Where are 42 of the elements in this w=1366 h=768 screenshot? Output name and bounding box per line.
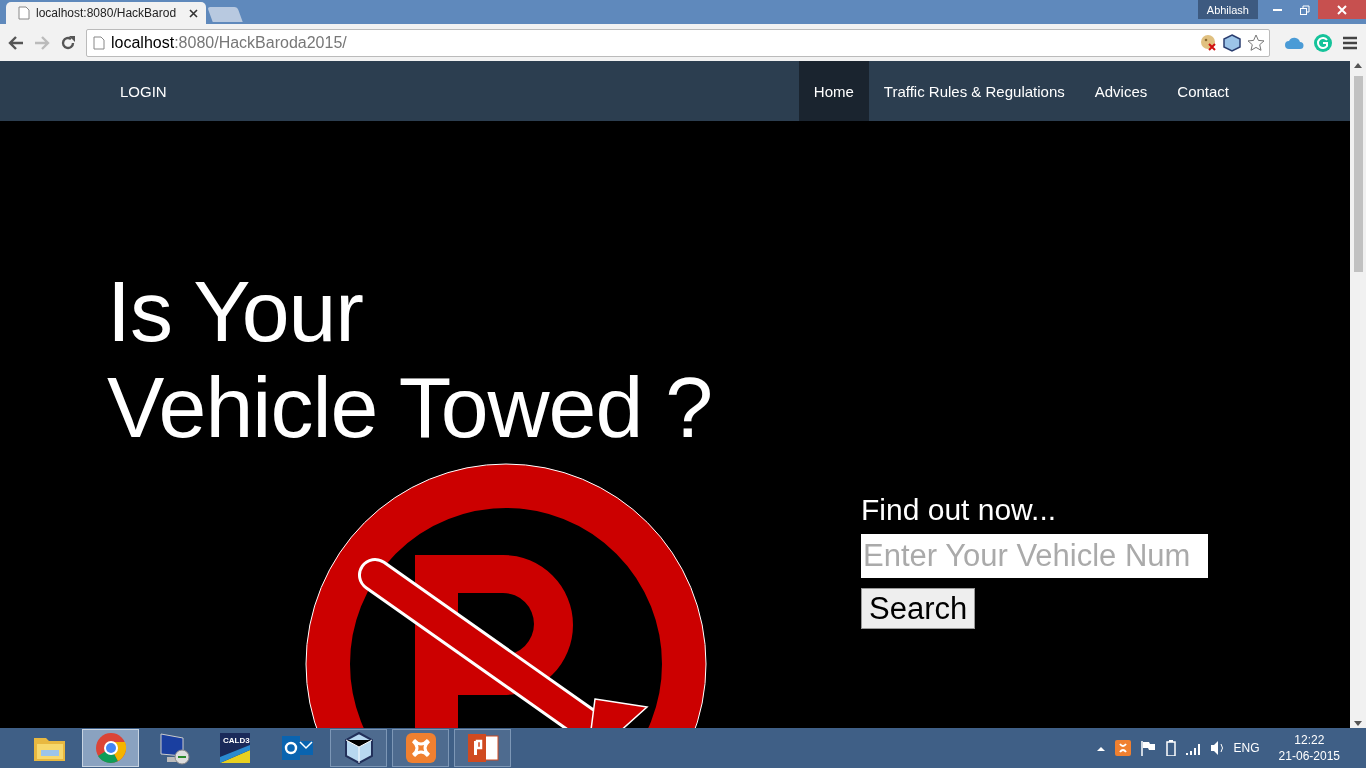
nav-link[interactable]: Traffic Rules & Regulations (868, 61, 1080, 121)
profile-button[interactable]: Abhilash (1197, 0, 1258, 19)
cube-icon[interactable] (1223, 33, 1241, 52)
cookie-icon[interactable] (1200, 34, 1217, 51)
speaker-icon[interactable] (1209, 740, 1225, 756)
close-button[interactable] (1318, 0, 1366, 19)
taskbar-button[interactable]: CALD3 (206, 729, 263, 767)
back-arrow-icon (8, 34, 24, 51)
star-icon[interactable] (1247, 33, 1265, 52)
taskbar-button[interactable] (330, 729, 387, 767)
back-button[interactable] (8, 34, 24, 51)
show-hidden-icons-icon[interactable] (1095, 744, 1106, 752)
vehicle-number-field[interactable]: Enter Your Vehicle Num (861, 534, 1208, 578)
restore-icon (1299, 4, 1310, 15)
close-icon[interactable] (189, 8, 198, 18)
clock[interactable]: 12:22 21-06-2015 (1278, 732, 1340, 764)
prompt-text: Find out now... (861, 492, 1057, 528)
flag-icon[interactable] (1139, 740, 1156, 756)
forward-arrow-icon (34, 34, 50, 51)
reload-button[interactable] (60, 34, 76, 51)
icon-label: CALD3 (223, 736, 250, 745)
address-bar[interactable]: localhost:8080/HackBaroda2015/ (86, 28, 1270, 57)
signal-icon[interactable] (1185, 741, 1201, 755)
language-indicator[interactable]: ENG (1233, 741, 1260, 755)
nav-link[interactable]: Home (798, 61, 869, 121)
hero-heading: Is Your Vehicle Towed ? (107, 263, 713, 455)
nav-link[interactable]: Advices (1079, 61, 1163, 121)
tab-title: localhost:8080/HackBarod (36, 6, 177, 20)
url-text: localhost:8080/HackBaroda2015/ (111, 33, 348, 52)
search-button[interactable]: Search (861, 588, 976, 629)
grammar-checker-icon[interactable] (1314, 33, 1332, 52)
page-icon (93, 35, 105, 50)
minimize-icon (1273, 8, 1282, 11)
battery-icon[interactable] (1164, 740, 1177, 756)
nav-link[interactable]: Contact (1162, 61, 1244, 121)
login-link[interactable]: LOGIN (105, 61, 182, 121)
menu-icon[interactable] (1342, 34, 1358, 51)
reload-icon (60, 34, 76, 51)
scrollbar-thumb[interactable] (1353, 76, 1363, 272)
close-icon (1337, 4, 1347, 15)
browser-tab[interactable]: localhost:8080/HackBarod (6, 2, 206, 24)
page-icon (18, 6, 30, 20)
